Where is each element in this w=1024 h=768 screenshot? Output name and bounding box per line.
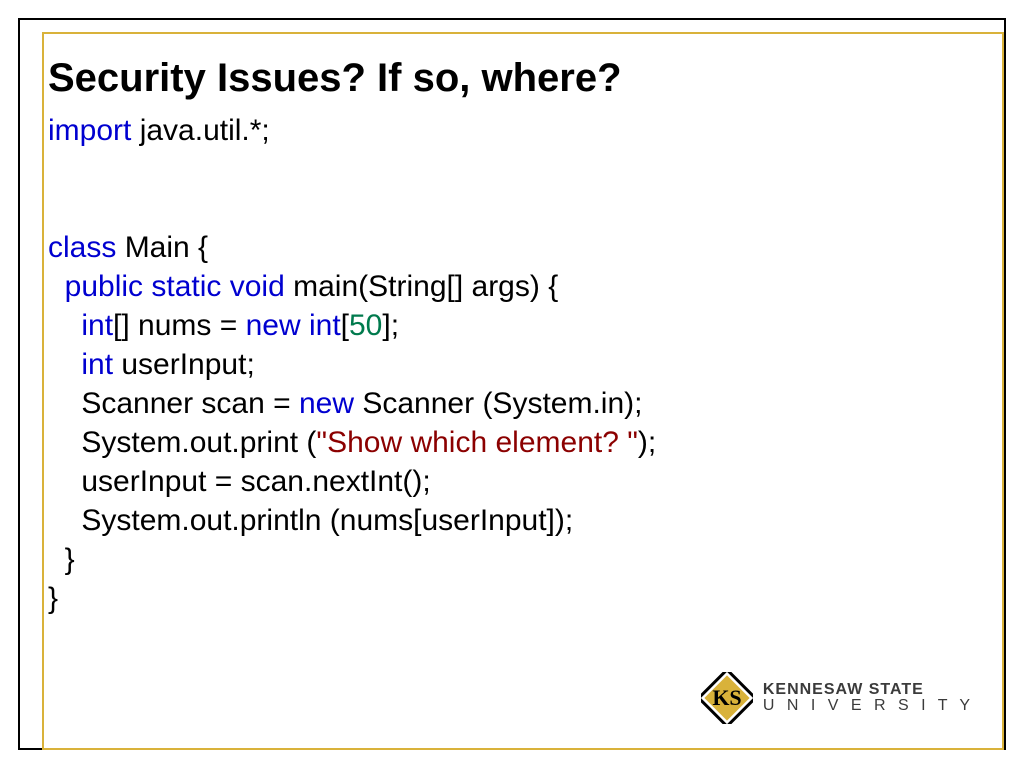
kw-int: int <box>81 348 113 381</box>
indent <box>48 426 81 459</box>
code-text: main(String[] args) { <box>285 270 558 303</box>
indent <box>48 504 81 537</box>
string-literal: "Show which element? " <box>316 426 637 459</box>
code-text: userInput = scan.nextInt(); <box>81 465 430 498</box>
kw-new-int: new int <box>246 309 341 342</box>
code-text: Scanner scan = <box>81 387 299 420</box>
slide-title: Security Issues? If so, where? <box>48 56 976 101</box>
slide-content: Security Issues? If so, where? import ja… <box>48 40 976 618</box>
code-block: import java.util.*; class Main { public … <box>48 111 976 618</box>
university-logo: KS KENNESAW STATE U N I V E R S I T Y <box>701 672 974 724</box>
code-text: } <box>65 543 75 576</box>
logo-line1: KENNESAW STATE <box>763 682 974 698</box>
code-text: Main { <box>116 231 208 264</box>
ks-logo-icon: KS <box>701 672 753 724</box>
code-text: ]; <box>382 309 399 342</box>
kw-class: class <box>48 231 116 264</box>
code-text: java.util.*; <box>131 114 269 147</box>
indent <box>48 348 81 381</box>
kw-int: int <box>81 309 113 342</box>
code-text: System.out.println (nums[userInput]); <box>81 504 573 537</box>
kw-import: import <box>48 114 131 147</box>
indent <box>48 387 81 420</box>
code-text: [ <box>341 309 349 342</box>
kw-new: new <box>299 387 354 420</box>
code-text: } <box>48 582 58 615</box>
code-text: Scanner (System.in); <box>354 387 642 420</box>
logo-line2: U N I V E R S I T Y <box>763 698 974 714</box>
indent <box>48 270 65 303</box>
indent <box>48 309 81 342</box>
num-literal: 50 <box>349 309 382 342</box>
logo-text: KENNESAW STATE U N I V E R S I T Y <box>763 682 974 714</box>
code-text: ); <box>638 426 656 459</box>
code-text: userInput; <box>113 348 255 381</box>
svg-text:KS: KS <box>712 685 741 710</box>
kw-psv: public static void <box>65 270 285 303</box>
code-text: [] nums = <box>113 309 246 342</box>
indent <box>48 543 65 576</box>
code-text: System.out.print ( <box>81 426 316 459</box>
indent <box>48 465 81 498</box>
